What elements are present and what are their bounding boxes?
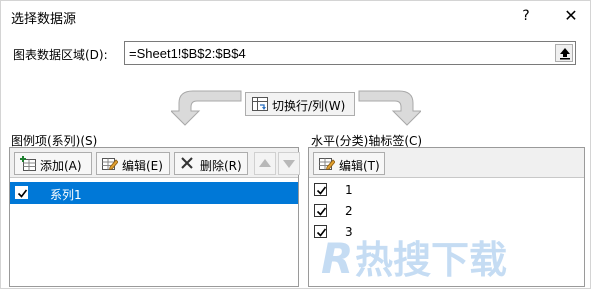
- add-series-button[interactable]: 添加(A): [14, 152, 92, 175]
- switch-row-column-label: 切换行/列(W): [272, 99, 346, 113]
- chart-data-range-input[interactable]: =Sheet1!$B$2:$B$4: [124, 41, 576, 65]
- delete-series-label: 删除(R): [200, 159, 242, 173]
- edit-icon: [319, 158, 335, 171]
- edit-axis-labels-label: 编辑(T): [339, 159, 380, 173]
- collapse-arrow-icon: [560, 48, 570, 60]
- axis-1-checkbox[interactable]: [314, 183, 327, 196]
- delete-series-button[interactable]: 删除(R): [174, 152, 248, 175]
- dialog-title: 选择数据源: [11, 12, 77, 27]
- move-down-button[interactable]: [278, 152, 300, 175]
- edit-series-label: 编辑(E): [122, 159, 163, 173]
- list-item-axis-2[interactable]: 2: [309, 200, 584, 222]
- chart-data-range-label: 图表数据区域(D):: [13, 48, 108, 62]
- checkmark-icon: [316, 186, 327, 195]
- title-bar: 选择数据源 ? ✕: [1, 1, 591, 31]
- svg-text:R: R: [321, 234, 353, 283]
- edit-series-button[interactable]: 编辑(E): [96, 152, 170, 175]
- checkmark-icon: [17, 189, 28, 198]
- axis-toolbar: 编辑(T): [309, 148, 584, 178]
- axis-2-checkbox[interactable]: [314, 204, 327, 217]
- legend-entries-panel: 添加(A) 编辑(E) 删除(R) 系列1: [9, 147, 300, 287]
- curved-arrow-right-icon: [358, 90, 421, 126]
- help-button[interactable]: ?: [513, 4, 539, 28]
- axis-1-label: 1: [345, 183, 353, 197]
- move-up-icon: [259, 159, 271, 167]
- svg-text:热搜下载: 热搜下载: [355, 238, 507, 282]
- move-up-button[interactable]: [254, 152, 276, 175]
- series-1-checkbox[interactable]: [15, 186, 28, 199]
- select-data-source-dialog: 选择数据源 ? ✕ 图表数据区域(D): =Sheet1!$B$2:$B$4 切…: [0, 0, 591, 289]
- axis-2-label: 2: [345, 204, 353, 218]
- add-series-label: 添加(A): [40, 159, 82, 173]
- close-button[interactable]: ✕: [558, 4, 584, 28]
- move-down-icon: [283, 160, 295, 168]
- legend-toolbar: 添加(A) 编辑(E) 删除(R): [10, 148, 300, 178]
- series-1-label: 系列1: [50, 188, 82, 202]
- add-icon: [20, 156, 36, 171]
- list-item-series-1[interactable]: 系列1: [10, 182, 298, 204]
- delete-icon: [181, 157, 193, 169]
- curved-arrow-left-icon: [171, 90, 242, 126]
- list-item-axis-1[interactable]: 1: [309, 179, 584, 201]
- chart-data-range-value: =Sheet1!$B$2:$B$4: [129, 46, 246, 61]
- checkmark-icon: [316, 207, 327, 216]
- watermark-logo: R 热搜下载: [321, 234, 507, 283]
- switch-row-column-icon: [252, 97, 268, 111]
- edit-icon: [102, 158, 118, 171]
- edit-axis-labels-button[interactable]: 编辑(T): [313, 152, 385, 175]
- collapse-dialog-button[interactable]: [555, 44, 573, 62]
- switch-row-column-button[interactable]: 切换行/列(W): [245, 92, 355, 116]
